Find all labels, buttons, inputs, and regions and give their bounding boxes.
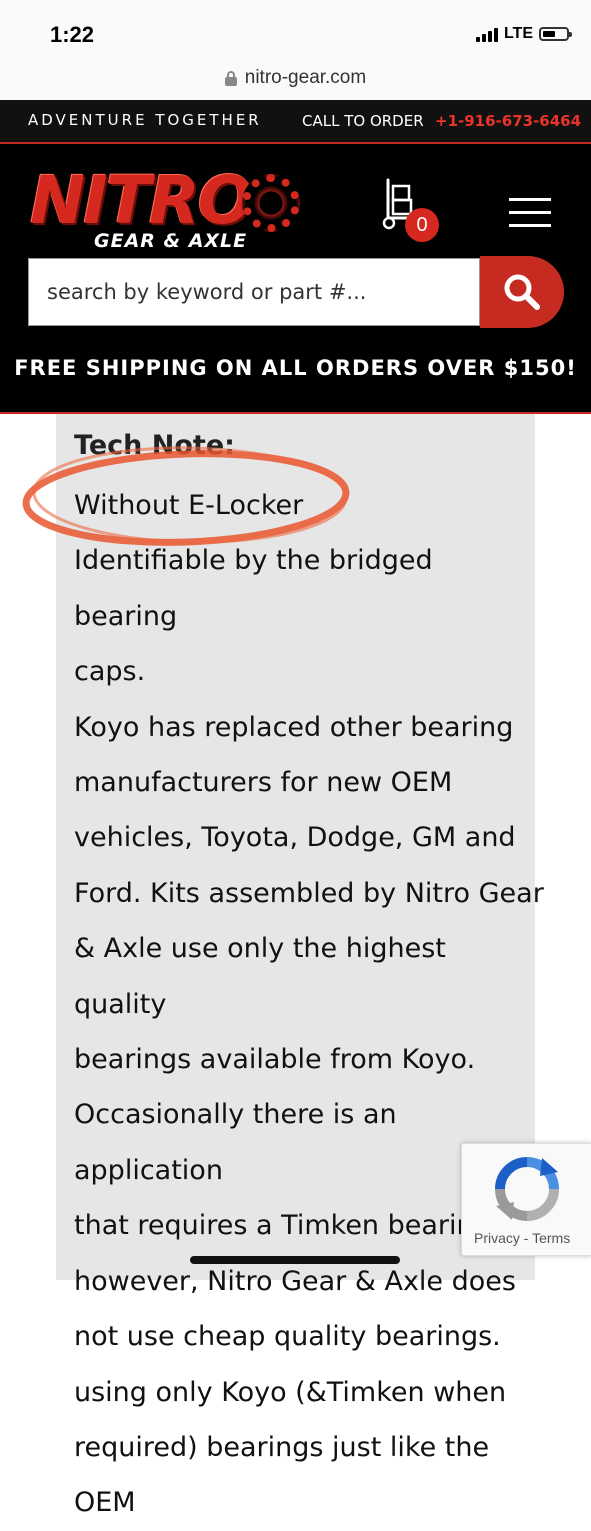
battery-icon — [539, 27, 572, 41]
text-line: manufacturers for new OEM — [74, 767, 453, 799]
text-line: bearings available from Koyo. — [74, 1044, 476, 1076]
recaptcha-links: Privacy - Terms — [474, 1230, 570, 1246]
cart-button[interactable]: 0 — [382, 178, 442, 242]
call-to-order-label: CALL TO ORDER — [302, 112, 424, 130]
top-bar: ADVENTURE TOGETHER CALL TO ORDER +1-916-… — [0, 100, 591, 144]
home-indicator[interactable] — [190, 1256, 400, 1264]
search-input[interactable] — [29, 259, 479, 325]
text-line: vehicles, Toyota, Dodge, GM and — [74, 822, 516, 854]
terms-link[interactable]: Terms — [532, 1230, 570, 1246]
tagline: ADVENTURE TOGETHER — [28, 111, 262, 129]
text-line: Identifiable by the bridged bearing — [74, 545, 433, 632]
site-logo[interactable]: NITRO GEAR & AXLE — [30, 166, 302, 254]
search-field[interactable] — [28, 258, 480, 326]
hamburger-menu-icon[interactable] — [509, 196, 551, 230]
text-line: using only Koyo (&Timken when — [74, 1376, 507, 1408]
search-icon — [504, 274, 540, 310]
logo-subtitle: GEAR & AXLE — [94, 230, 248, 252]
status-indicators: LTE — [475, 25, 572, 43]
phone-link[interactable]: +1-916-673-6464 — [435, 112, 581, 130]
search-button[interactable] — [480, 256, 564, 328]
text-line: Without E-Locker — [74, 490, 304, 521]
text-line: Ford. Kits assembled by Nitro Gear — [74, 877, 544, 909]
address-bar[interactable]: nitro-gear.com — [0, 56, 591, 100]
site-header: NITRO GEAR & AXLE 0 FREE SHIPPING ON ALL… — [0, 144, 591, 414]
tech-note-heading: Tech Note: — [74, 430, 235, 461]
lock-icon — [224, 71, 237, 86]
recaptcha-badge[interactable]: Privacy - Terms — [461, 1143, 591, 1256]
network-label: LTE — [503, 25, 533, 42]
url-text[interactable]: nitro-gear.com — [245, 67, 366, 89]
status-time: 1:22 — [50, 22, 95, 47]
free-shipping-banner: FREE SHIPPING ON ALL ORDERS OVER $150! — [14, 356, 577, 380]
gear-ring-icon — [242, 174, 300, 232]
privacy-link[interactable]: Privacy — [474, 1230, 520, 1246]
text-line: not use cheap quality bearings. — [74, 1321, 501, 1353]
link-separator: - — [519, 1230, 533, 1246]
status-bar: 1:22 LTE — [0, 0, 591, 56]
description-text: Without E-Locker Identifiable by the bri… — [74, 478, 544, 1531]
signal-icon — [475, 26, 498, 42]
text-line: required) bearings just like the OEM — [74, 1431, 490, 1519]
logo-wordmark: NITRO — [30, 162, 254, 239]
text-line: Koyo has replaced other bearing — [74, 711, 514, 743]
text-line: caps. — [74, 656, 146, 688]
recaptcha-icon — [495, 1157, 559, 1221]
text-line: & Axle use only the highest quality — [74, 933, 446, 1020]
cart-count-badge: 0 — [405, 208, 439, 242]
